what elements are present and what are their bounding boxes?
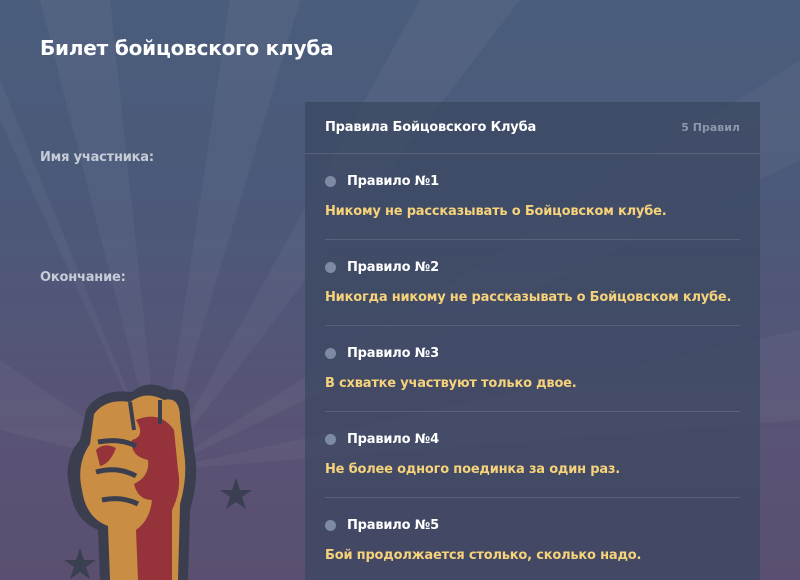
list-item: Правило №1 Никому не рассказывать о Бойц… bbox=[325, 154, 740, 240]
rule-text: В схватке участвуют только двое. bbox=[325, 376, 577, 391]
rule-number: Правило №1 bbox=[347, 173, 439, 189]
bullet-icon bbox=[325, 519, 336, 531]
list-item: Правило №3 В схватке участвуют только дв… bbox=[325, 326, 740, 412]
rules-panel-title: Правила Бойцовского Клуба bbox=[325, 120, 537, 135]
rule-number: Правило №2 bbox=[347, 259, 439, 275]
list-item: Правило №2 Никогда никому не рассказыват… bbox=[325, 240, 740, 326]
bullet-icon bbox=[325, 175, 336, 187]
rules-panel-header: Правила Бойцовского Клуба 5 Правил bbox=[305, 102, 760, 154]
raised-fist-icon bbox=[40, 380, 280, 580]
rule-text: Не более одного поединка за один раз. bbox=[325, 462, 621, 477]
bullet-icon bbox=[325, 347, 336, 359]
list-item: Правило №5 Бой продолжается столько, ско… bbox=[325, 498, 740, 580]
end-date-label: Окончание: bbox=[40, 270, 126, 285]
rule-text: Бой продолжается столько, сколько надо. bbox=[325, 548, 642, 563]
rule-text: Никогда никому не рассказывать о Бойцовс… bbox=[325, 290, 732, 305]
participant-name-label: Имя участника: bbox=[40, 150, 154, 165]
star-icon bbox=[64, 548, 96, 579]
rule-list: Правило №1 Никому не рассказывать о Бойц… bbox=[305, 154, 760, 580]
bullet-icon bbox=[325, 261, 336, 273]
rule-number: Правило №4 bbox=[347, 431, 439, 447]
rule-number: Правило №5 bbox=[347, 517, 439, 533]
rule-text: Никому не рассказывать о Бойцовском клуб… bbox=[325, 204, 667, 219]
rule-number: Правило №3 bbox=[347, 345, 439, 361]
rules-panel: Правила Бойцовского Клуба 5 Правил Прави… bbox=[305, 102, 760, 580]
page-title: Билет бойцовского клуба bbox=[40, 36, 334, 60]
rules-count-badge: 5 Правил bbox=[681, 121, 740, 134]
list-item: Правило №4 Не более одного поединка за о… bbox=[325, 412, 740, 498]
star-icon bbox=[220, 478, 252, 509]
bullet-icon bbox=[325, 433, 336, 445]
